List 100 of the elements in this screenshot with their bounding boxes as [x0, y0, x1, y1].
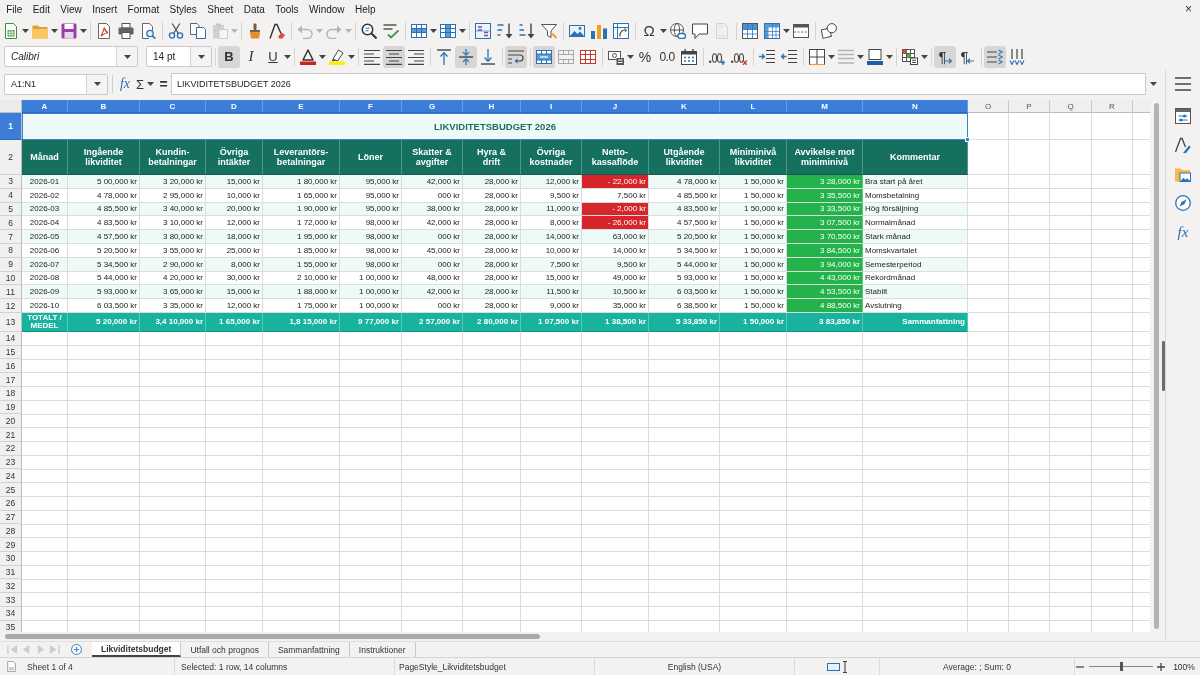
plus-icon[interactable] [1157, 662, 1165, 671]
calendar-icon[interactable] [681, 48, 697, 65]
text-cursor-icon[interactable] [841, 660, 848, 673]
menu-item[interactable]: File [1, 1, 28, 17]
page-style[interactable]: PageStyle_Likviditetsbudget [399, 661, 506, 672]
underline-button[interactable]: U [262, 45, 284, 68]
column-header[interactable]: R [1092, 100, 1133, 113]
zoom-slider-thumb[interactable] [1119, 662, 1123, 671]
name-box[interactable]: A1:N1 [4, 73, 108, 95]
caret-icon[interactable] [627, 54, 634, 59]
formula-input[interactable]: LIKVIDITETSBUDGET 2026 [171, 73, 1146, 95]
row-header[interactable]: 28 [0, 524, 22, 539]
document-magnifier-icon[interactable] [140, 22, 156, 39]
funnel-icon[interactable] [541, 22, 557, 39]
sheet-tab[interactable]: Likviditetsbudget [92, 642, 182, 657]
formula-button[interactable]: = [156, 74, 171, 94]
zoom-level[interactable]: 100% [1173, 661, 1195, 672]
row-header[interactable]: 11 [0, 285, 22, 300]
caret-icon[interactable] [660, 28, 667, 33]
functions-tab[interactable]: fx [1177, 224, 1189, 240]
caret-icon[interactable] [459, 28, 466, 33]
font-size-combobox[interactable]: 14 pt [146, 46, 212, 67]
freeze-panes-icon[interactable] [764, 22, 780, 39]
column-header[interactable]: N [863, 100, 968, 113]
caret-icon[interactable] [123, 54, 131, 59]
column-header[interactable]: C [140, 100, 206, 113]
row-header[interactable]: 29 [0, 538, 22, 552]
sheet-tab[interactable]: Sammanfattning [268, 642, 350, 657]
caret-icon[interactable] [1149, 82, 1157, 86]
sheet-tab[interactable]: Instruktioner [349, 642, 416, 657]
row-header[interactable]: 25 [0, 483, 22, 497]
caret-icon[interactable] [284, 54, 291, 59]
menu-item[interactable]: Format [122, 1, 165, 17]
pdf-document-icon[interactable] [96, 22, 112, 39]
menu-item[interactable]: Help [349, 1, 381, 17]
bar-chart-icon[interactable] [591, 22, 607, 39]
column-header[interactable]: H [463, 100, 521, 113]
properties-icon[interactable] [1175, 108, 1191, 124]
menu-item[interactable]: Insert [87, 1, 123, 17]
sort-descending-icon[interactable] [519, 22, 535, 39]
left-to-right-button[interactable]: ¶ [934, 45, 956, 68]
sort-ascending-icon[interactable] [497, 22, 513, 39]
outdent-icon[interactable] [781, 48, 797, 65]
column-header[interactable]: E [263, 100, 340, 113]
column-header[interactable]: D [206, 100, 263, 113]
compass-icon[interactable] [1175, 195, 1191, 211]
column-header[interactable]: A [22, 100, 68, 113]
row-header[interactable]: 16 [0, 359, 22, 374]
close-button[interactable]: × [1182, 2, 1195, 16]
column-header[interactable]: F [340, 100, 402, 113]
indent-icon[interactable] [759, 48, 775, 65]
plus-circle-icon[interactable] [71, 644, 82, 655]
row-header[interactable]: 1 [0, 113, 22, 140]
menu-item[interactable]: Tools [270, 1, 304, 17]
column-header[interactable]: P [1009, 100, 1050, 113]
menu-item[interactable]: Edit [27, 1, 56, 17]
bold-button[interactable]: B [218, 45, 240, 68]
font-color-icon[interactable] [300, 48, 316, 65]
borders-icon[interactable] [809, 48, 825, 65]
row-header[interactable]: 33 [0, 593, 22, 607]
column-header[interactable]: J [582, 100, 649, 113]
speech-bubble-icon[interactable] [692, 22, 708, 39]
table-column-icon[interactable] [440, 22, 456, 39]
special-character-button[interactable]: Ω [638, 19, 660, 42]
menu-icon[interactable] [1175, 76, 1191, 92]
row-header[interactable]: 2 [0, 140, 22, 175]
sidebar-handle[interactable] [1162, 341, 1165, 391]
table-row-icon[interactable] [411, 22, 427, 39]
paintbrush-icon[interactable] [247, 22, 263, 39]
copy-icon[interactable] [190, 22, 206, 39]
scrollbar-thumb[interactable] [5, 634, 540, 639]
caret-icon[interactable] [886, 54, 893, 59]
sheet-tab[interactable]: Utfall och prognos [181, 642, 269, 657]
column-header[interactable]: Q [1050, 100, 1092, 113]
print-area-icon[interactable] [742, 22, 758, 39]
sort-icon[interactable] [475, 22, 491, 39]
conditional-format-icon[interactable] [902, 48, 918, 65]
column-header[interactable]: B [68, 100, 140, 113]
row-header[interactable]: 20 [0, 414, 22, 429]
percent-button[interactable]: % [634, 45, 656, 68]
caret-icon[interactable] [93, 82, 101, 86]
menu-item[interactable]: Styles [164, 1, 203, 17]
row-header[interactable]: 32 [0, 579, 22, 594]
row-header[interactable]: 7 [0, 230, 22, 244]
caret-icon[interactable] [197, 54, 205, 59]
column-header[interactable]: O [968, 100, 1009, 113]
pivot-table-icon[interactable] [613, 22, 629, 39]
menu-item[interactable]: View [55, 1, 87, 17]
image-icon[interactable] [569, 22, 585, 39]
menu-item[interactable]: Window [303, 1, 350, 17]
menu-item[interactable]: Data [238, 1, 271, 17]
column-header[interactable]: L [720, 100, 787, 113]
search-icon[interactable] [361, 22, 377, 39]
language[interactable]: English (USA) [667, 661, 722, 672]
italic-button[interactable]: I [240, 45, 262, 68]
font-name-combobox[interactable]: Calibri [4, 46, 138, 67]
caret-icon[interactable] [921, 54, 928, 59]
caret-icon[interactable] [783, 28, 790, 33]
row-header[interactable]: 17 [0, 373, 22, 387]
table-grid-icon[interactable] [580, 48, 596, 65]
